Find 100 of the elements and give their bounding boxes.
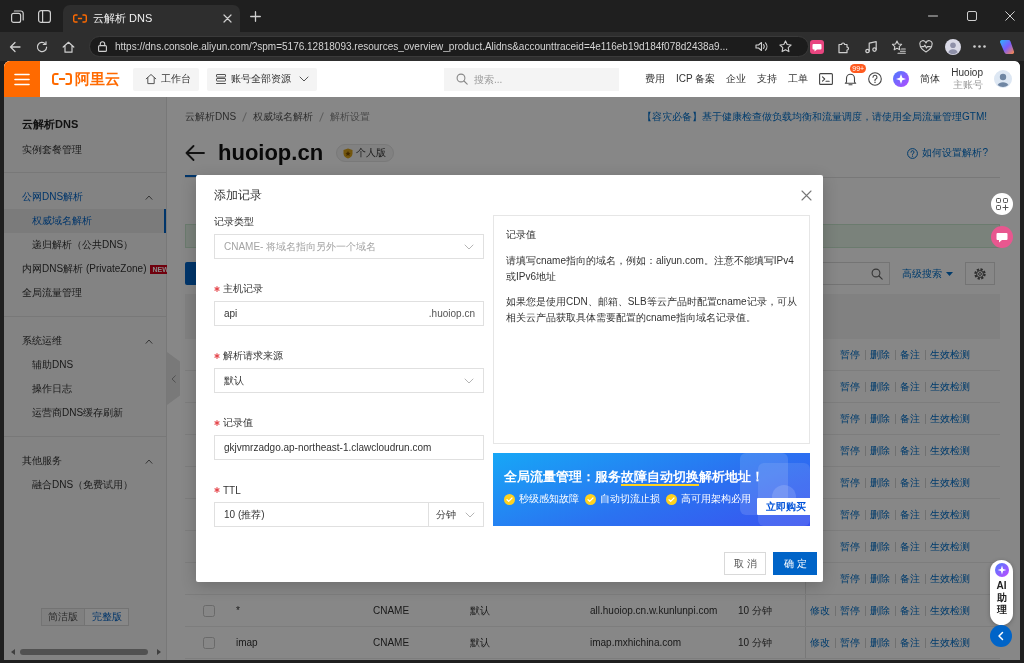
unit-select[interactable]: 分钟 bbox=[429, 502, 484, 527]
sidebar-item[interactable]: 运营商DNS缓存刷新 bbox=[4, 401, 166, 425]
reload-icon[interactable] bbox=[36, 40, 48, 53]
sidebar-item[interactable]: 全局流量管理 bbox=[4, 281, 166, 305]
menu-button[interactable] bbox=[4, 61, 40, 97]
action-link[interactable]: 修改 bbox=[810, 635, 830, 650]
action-link[interactable]: 生效检测 bbox=[930, 507, 970, 522]
browser-tab[interactable]: 云解析 DNS bbox=[63, 5, 240, 32]
action-link[interactable]: 暂停 bbox=[840, 411, 860, 426]
action-link[interactable]: 删除 bbox=[870, 347, 890, 362]
vertical-tabs-icon[interactable] bbox=[38, 9, 51, 23]
action-link[interactable]: 备注 bbox=[900, 539, 920, 554]
sidebar-item[interactable]: 操作日志 bbox=[4, 377, 166, 401]
text-field[interactable]: gkjvmrzadgo.ap-northeast-1.clawcloudrun.com bbox=[214, 435, 484, 460]
action-link[interactable]: 删除 bbox=[870, 379, 890, 394]
help-link[interactable]: 如何设置解析? bbox=[907, 146, 988, 160]
action-link[interactable]: 删除 bbox=[870, 635, 890, 650]
action-link[interactable]: 备注 bbox=[900, 379, 920, 394]
action-link[interactable]: 备注 bbox=[900, 411, 920, 426]
plus-icon[interactable] bbox=[250, 10, 261, 22]
search-field[interactable]: 搜索... bbox=[444, 67, 619, 91]
action-link[interactable]: 删除 bbox=[870, 539, 890, 554]
nav-link[interactable]: ICP 备案 bbox=[676, 72, 716, 86]
breadcrumb-link[interactable]: 云解析DNS bbox=[185, 110, 237, 124]
action-link[interactable]: 删除 bbox=[870, 603, 890, 618]
sidebar-group[interactable]: 系统运维 bbox=[4, 329, 166, 353]
action-link[interactable]: 暂停 bbox=[840, 379, 860, 394]
version-tab[interactable]: 简洁版 bbox=[41, 608, 85, 626]
sidebar-group[interactable]: 公网DNS解析 bbox=[4, 185, 166, 209]
star-icon[interactable] bbox=[779, 40, 792, 53]
settings-button[interactable] bbox=[965, 262, 995, 285]
action-link[interactable]: 暂停 bbox=[840, 347, 860, 362]
resource-selector[interactable]: 账号全部资源 bbox=[207, 67, 317, 91]
action-link[interactable]: 生效检测 bbox=[930, 603, 970, 618]
assistant-button[interactable]: AI 助理 bbox=[990, 560, 1013, 625]
favorites-icon[interactable] bbox=[891, 39, 906, 54]
action-link[interactable]: 生效检测 bbox=[930, 571, 970, 586]
logo-icon[interactable] bbox=[52, 73, 72, 85]
action-link[interactable]: 生效检测 bbox=[930, 379, 970, 394]
more-icon[interactable] bbox=[973, 45, 986, 48]
cancel-button[interactable]: 取消 bbox=[724, 552, 766, 575]
action-link[interactable]: 暂停 bbox=[840, 539, 860, 554]
sidebar-group[interactable]: 其他服务 bbox=[4, 449, 166, 473]
advanced-search-link[interactable]: 高级搜索 bbox=[902, 266, 953, 281]
sidebar-item[interactable]: 辅助DNS bbox=[4, 353, 166, 377]
address-bar[interactable]: https://dns.console.aliyun.com/?spm=5176.12818093.resources_overview_product.Alidns&accounttraceid=4e116eb19d184f078d2438a9... bbox=[89, 36, 809, 57]
nav-link[interactable]: 费用 bbox=[645, 72, 665, 86]
breadcrumb-link[interactable]: 权威域名解析 bbox=[253, 110, 314, 124]
action-link[interactable]: 删除 bbox=[870, 475, 890, 490]
sidebar-item[interactable]: 融合DNS（免费试用） bbox=[4, 473, 166, 497]
action-link[interactable]: 删除 bbox=[870, 443, 890, 458]
action-link[interactable]: 备注 bbox=[900, 475, 920, 490]
back-arrow-icon[interactable] bbox=[185, 145, 205, 161]
sparkle-icon[interactable] bbox=[893, 71, 910, 87]
action-link[interactable]: 生效检测 bbox=[930, 539, 970, 554]
heart-pulse-icon[interactable] bbox=[919, 40, 933, 53]
profile-avatar-icon[interactable] bbox=[945, 38, 961, 55]
confirm-button[interactable]: 确定 bbox=[773, 552, 817, 575]
action-link[interactable]: 备注 bbox=[900, 443, 920, 458]
action-link[interactable]: 生效检测 bbox=[930, 443, 970, 458]
puzzle-icon[interactable] bbox=[837, 39, 851, 54]
action-link[interactable]: 暂停 bbox=[840, 571, 860, 586]
action-link[interactable]: 生效检测 bbox=[930, 347, 970, 362]
action-link[interactable]: 生效检测 bbox=[930, 635, 970, 650]
action-link[interactable]: 生效检测 bbox=[930, 475, 970, 490]
action-link[interactable]: 暂停 bbox=[840, 507, 860, 522]
nav-link[interactable]: 企业 bbox=[726, 72, 747, 86]
workspaces-icon[interactable] bbox=[11, 9, 24, 23]
logo-text[interactable]: 阿里云 bbox=[75, 69, 120, 89]
lock-icon[interactable] bbox=[98, 41, 107, 52]
select-field[interactable]: 默认 bbox=[214, 368, 484, 393]
nav-link[interactable]: 工单 bbox=[788, 72, 809, 86]
action-link[interactable]: 备注 bbox=[900, 571, 920, 586]
home-icon[interactable] bbox=[62, 40, 75, 53]
sidebar-item[interactable]: 权威域名解析 bbox=[4, 209, 166, 233]
workbench-button[interactable]: 工作台 bbox=[133, 67, 199, 91]
text-field[interactable]: 10 (推荐) bbox=[214, 502, 429, 527]
action-link[interactable]: 修改 bbox=[810, 603, 830, 618]
checkbox[interactable] bbox=[203, 604, 215, 617]
avatar-icon[interactable] bbox=[994, 70, 1012, 88]
action-link[interactable]: 暂停 bbox=[840, 475, 860, 490]
sidebar-item[interactable]: 实例套餐管理 bbox=[4, 138, 166, 162]
buy-button[interactable]: 立即购买 bbox=[757, 498, 810, 515]
action-link[interactable]: 暂停 bbox=[840, 635, 860, 650]
action-link[interactable]: 删除 bbox=[870, 507, 890, 522]
collapse-button-icon[interactable] bbox=[990, 625, 1012, 647]
action-link[interactable]: 备注 bbox=[900, 603, 920, 618]
promo-banner[interactable]: 全局流量管理：服务故障自动切换解析地址！ 秒级感知故障 自动切流止损 高可用架构必用 立即购买 bbox=[493, 453, 810, 526]
action-link[interactable]: 暂停 bbox=[840, 603, 860, 618]
chat-bubble-icon[interactable] bbox=[810, 39, 824, 54]
checkbox[interactable] bbox=[203, 636, 215, 649]
action-link[interactable]: 删除 bbox=[870, 571, 890, 586]
add-app-icon[interactable] bbox=[991, 193, 1013, 215]
swirl-icon[interactable] bbox=[999, 38, 1015, 55]
sidebar-item[interactable]: 递归解析（公共DNS） bbox=[4, 233, 166, 257]
nav-link[interactable]: 支持 bbox=[757, 72, 778, 86]
music-note-icon[interactable] bbox=[864, 39, 878, 54]
action-link[interactable]: 备注 bbox=[900, 635, 920, 650]
help-icon[interactable] bbox=[868, 72, 883, 86]
primary-button[interactable] bbox=[185, 262, 197, 285]
